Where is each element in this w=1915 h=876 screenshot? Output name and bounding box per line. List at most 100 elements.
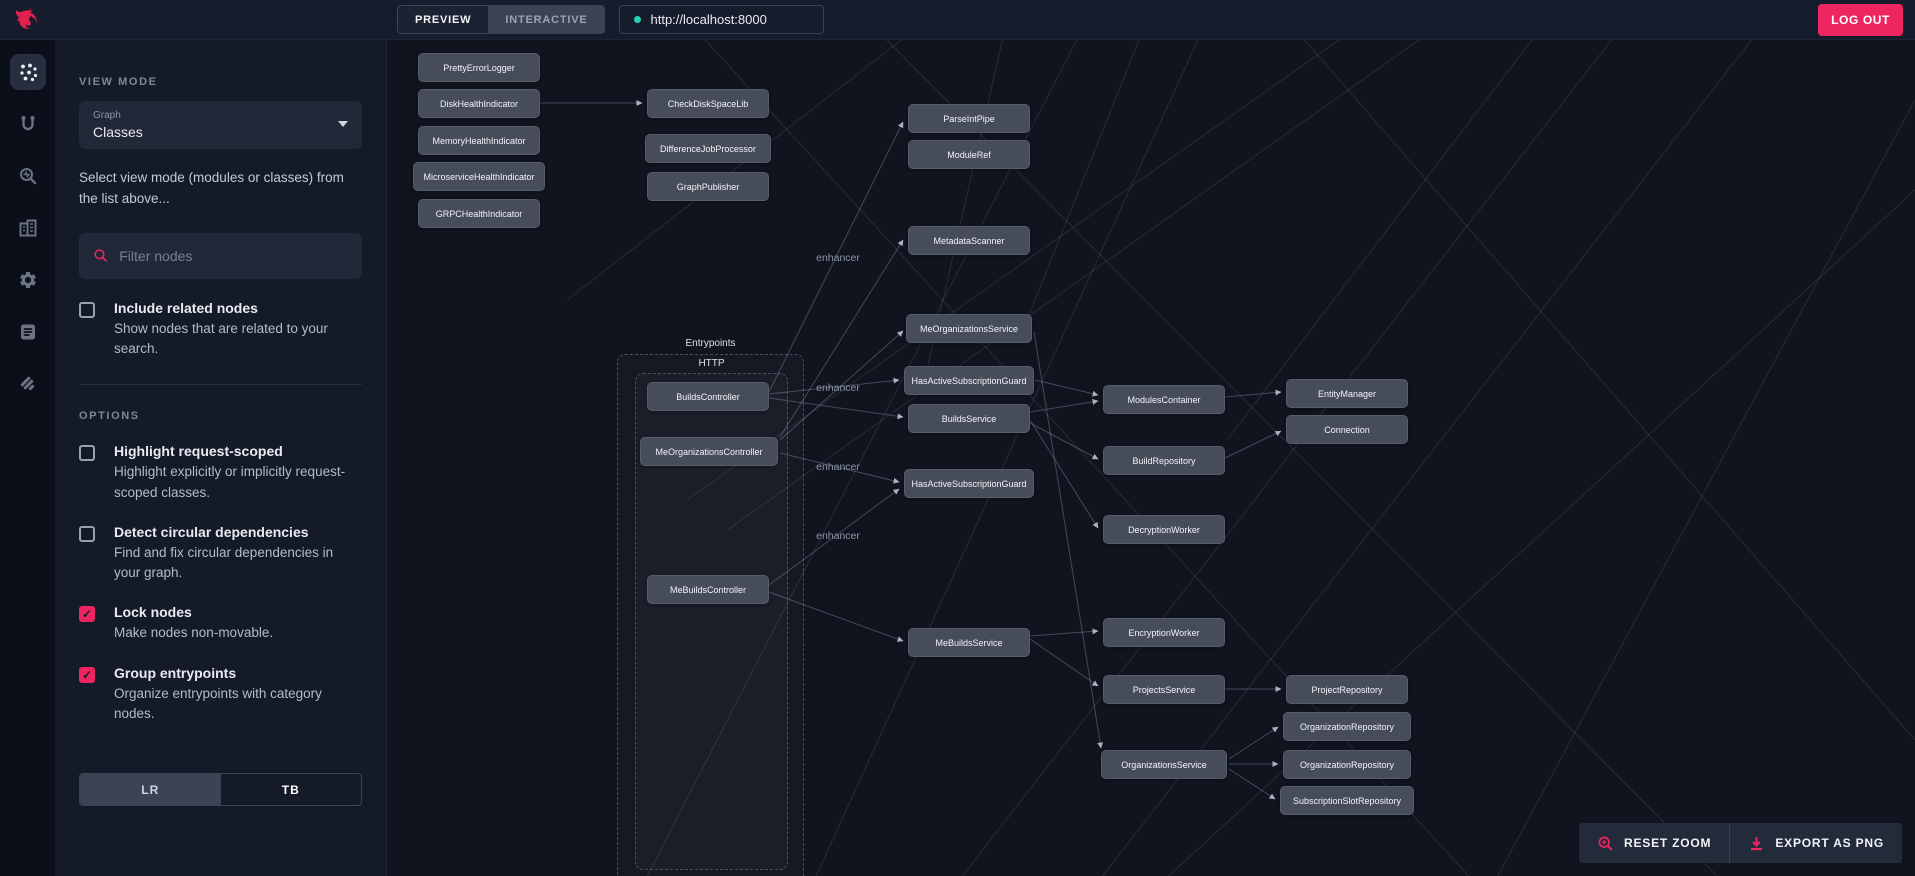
- graph-node-microservicehealthindicator[interactable]: MicroserviceHealthIndicator: [413, 162, 545, 191]
- graph-node-mebuildsservice[interactable]: MeBuildsService: [908, 628, 1030, 657]
- graph-node-modulescontainer[interactable]: ModulesContainer: [1103, 385, 1225, 414]
- option-text: Highlight request-scoped Highlight explic…: [114, 443, 362, 503]
- rail-item-routes[interactable]: [10, 106, 46, 142]
- icon-rail: [0, 40, 55, 876]
- graph-node-entitymanager[interactable]: EntityManager: [1286, 379, 1408, 408]
- graph-node-encryptionworker[interactable]: EncryptionWorker: [1103, 618, 1225, 647]
- graph-node-organizationrepository[interactable]: OrganizationRepository: [1283, 750, 1411, 779]
- graph-node-mebuildscontroller[interactable]: MeBuildsController: [647, 575, 769, 604]
- devtools-app: PREVIEW INTERACTIVE LOG OUT: [0, 0, 1915, 876]
- rail-item-settings[interactable]: [10, 262, 46, 298]
- graph-select[interactable]: Graph Classes: [79, 101, 362, 149]
- view-mode-header: VIEW MODE: [79, 76, 158, 88]
- graph-node-subscriptionslotrepository[interactable]: SubscriptionSlotRepository: [1280, 786, 1414, 815]
- mode-toggle: PREVIEW INTERACTIVE: [397, 5, 606, 34]
- graph-node-organizationrepository[interactable]: OrganizationRepository: [1283, 712, 1411, 741]
- export-png-label: EXPORT AS PNG: [1775, 836, 1884, 850]
- zoom-reset-icon: [1598, 836, 1613, 850]
- nestjs-logo-icon: [0, 5, 55, 35]
- graph-canvas[interactable]: RESET ZOOM EXPORT AS PNG Entrypoints HTTP…: [387, 40, 1915, 876]
- option-detect-circular-dependencies: Detect circular dependencies Find and fix…: [79, 524, 362, 584]
- option-text: Group entrypoints Organize entrypoints wi…: [114, 665, 362, 725]
- graph-node-diskhealthindicator[interactable]: DiskHealthIndicator: [418, 89, 540, 118]
- layout-tb-button[interactable]: TB: [221, 774, 362, 805]
- graph-node-projectsservice[interactable]: ProjectsService: [1103, 675, 1225, 704]
- routes-icon: [21, 116, 34, 131]
- graph-select-value: Classes: [93, 124, 143, 140]
- checkbox-highlight-request-scoped[interactable]: [79, 445, 95, 462]
- rail-item-inspector[interactable]: [10, 158, 46, 194]
- rail-item-graph-view[interactable]: [9, 54, 46, 90]
- graph-node-buildrepository[interactable]: BuildRepository: [1103, 446, 1225, 475]
- graph-node-metadatascanner[interactable]: MetadataScanner: [908, 226, 1030, 255]
- graph-node-prettyerrorlogger[interactable]: PrettyErrorLogger: [418, 53, 540, 82]
- graph-node-meorganizationscontroller[interactable]: MeOrganizationsController: [640, 437, 778, 466]
- option-text: Include related nodes Show nodes that are…: [114, 300, 362, 360]
- reset-zoom-label: RESET ZOOM: [1624, 836, 1712, 850]
- option-description: Find and fix circular dependencies in yo…: [114, 544, 334, 581]
- layout-lr-button[interactable]: LR: [80, 774, 221, 805]
- reset-zoom-button[interactable]: RESET ZOOM: [1579, 823, 1729, 863]
- checkbox-lock-nodes[interactable]: ✓: [79, 606, 95, 623]
- graph-node-hasactivesubscriptionguard[interactable]: HasActiveSubscriptionGuard: [904, 366, 1034, 395]
- option-description: Show nodes that are related to your sear…: [114, 320, 328, 357]
- graph-node-grpchealthindicator[interactable]: GRPCHealthIndicator: [418, 199, 540, 228]
- edge-label-enhancer: enhancer: [816, 530, 860, 542]
- checkbox-include-related-nodes[interactable]: [79, 301, 95, 318]
- settings-icon: [19, 272, 36, 288]
- option-title: Detect circular dependencies: [114, 523, 309, 540]
- audit-icon: [20, 376, 34, 391]
- graph-node-hasactivesubscriptionguard[interactable]: HasActiveSubscriptionGuard: [904, 469, 1034, 498]
- option-title: Group entrypoints: [114, 664, 237, 681]
- graph-node-organizationsservice[interactable]: OrganizationsService: [1101, 750, 1227, 779]
- option-include-related-nodes: Include related nodes Show nodes that are…: [79, 300, 362, 360]
- online-status-dot: [634, 16, 642, 23]
- graph-node-differencejobprocessor[interactable]: DifferenceJobProcessor: [645, 134, 771, 163]
- rail-item-modules[interactable]: [10, 210, 46, 246]
- include-related-option: Include related nodes Show nodes that are…: [79, 279, 362, 360]
- chevron-down-icon: [338, 121, 348, 127]
- search-icon: [94, 249, 107, 263]
- graph-node-memoryhealthindicator[interactable]: MemoryHealthIndicator: [418, 126, 540, 155]
- graph-node-meorganizationsservice[interactable]: MeOrganizationsService: [906, 314, 1032, 343]
- graph-node-buildsservice[interactable]: BuildsService: [908, 404, 1030, 433]
- graph-node-parseintpipe[interactable]: ParseIntPipe: [908, 104, 1030, 133]
- option-title: Highlight request-scoped: [114, 443, 283, 460]
- option-description: Highlight explicitly or implicitly reque…: [114, 464, 346, 500]
- option-title: Include related nodes: [114, 299, 258, 316]
- graph-node-connection[interactable]: Connection: [1286, 415, 1408, 444]
- rail-item-docs[interactable]: [10, 314, 46, 350]
- rail-item-audit[interactable]: [10, 366, 46, 402]
- logout-button[interactable]: LOG OUT: [1818, 3, 1903, 36]
- graph-node-buildscontroller[interactable]: BuildsController: [647, 382, 769, 411]
- view-mode-hint: Select view mode (modules or classes) fr…: [79, 170, 344, 206]
- preview-button[interactable]: PREVIEW: [398, 6, 489, 33]
- settings-panel: VIEW MODE Graph Classes Select view mode…: [55, 40, 387, 876]
- option-highlight-request-scoped: Highlight request-scoped Highlight explic…: [79, 443, 362, 503]
- edge-label-enhancer: enhancer: [816, 382, 860, 394]
- filter-nodes-input[interactable]: [119, 247, 348, 264]
- download-icon: [1751, 836, 1763, 850]
- graph-node-checkdiskspacelib[interactable]: CheckDiskSpaceLib: [647, 89, 769, 118]
- graph-node-graphpublisher[interactable]: GraphPublisher: [647, 172, 769, 201]
- interactive-button[interactable]: INTERACTIVE: [488, 6, 605, 33]
- modules-icon: [19, 219, 36, 237]
- option-description: Make nodes non-movable.: [114, 625, 274, 641]
- option-title: Lock nodes: [114, 604, 192, 621]
- server-url-field[interactable]: [619, 5, 825, 34]
- canvas-controls: RESET ZOOM EXPORT AS PNG: [1579, 823, 1902, 863]
- server-url-input[interactable]: [650, 12, 810, 27]
- graph-node-moduleref[interactable]: ModuleRef: [908, 140, 1030, 169]
- graph-node-projectrepository[interactable]: ProjectRepository: [1286, 675, 1408, 704]
- top-bar: PREVIEW INTERACTIVE LOG OUT: [0, 0, 1915, 40]
- option-lock-nodes: ✓ Lock nodes Make nodes non-movable.: [79, 604, 362, 643]
- option-group-entrypoints: ✓ Group entrypoints Organize entrypoints w…: [79, 665, 362, 725]
- option-text: Lock nodes Make nodes non-movable.: [114, 604, 273, 643]
- docs-icon: [20, 324, 35, 340]
- checkbox-group-entrypoints[interactable]: ✓: [79, 666, 95, 683]
- export-png-button[interactable]: EXPORT AS PNG: [1729, 823, 1902, 863]
- checkbox-detect-circular-dependencies[interactable]: [79, 525, 95, 542]
- graph-node-decryptionworker[interactable]: DecryptionWorker: [1103, 515, 1225, 544]
- options-list: Highlight request-scoped Highlight explic…: [79, 422, 362, 724]
- filter-nodes-field[interactable]: [79, 232, 362, 279]
